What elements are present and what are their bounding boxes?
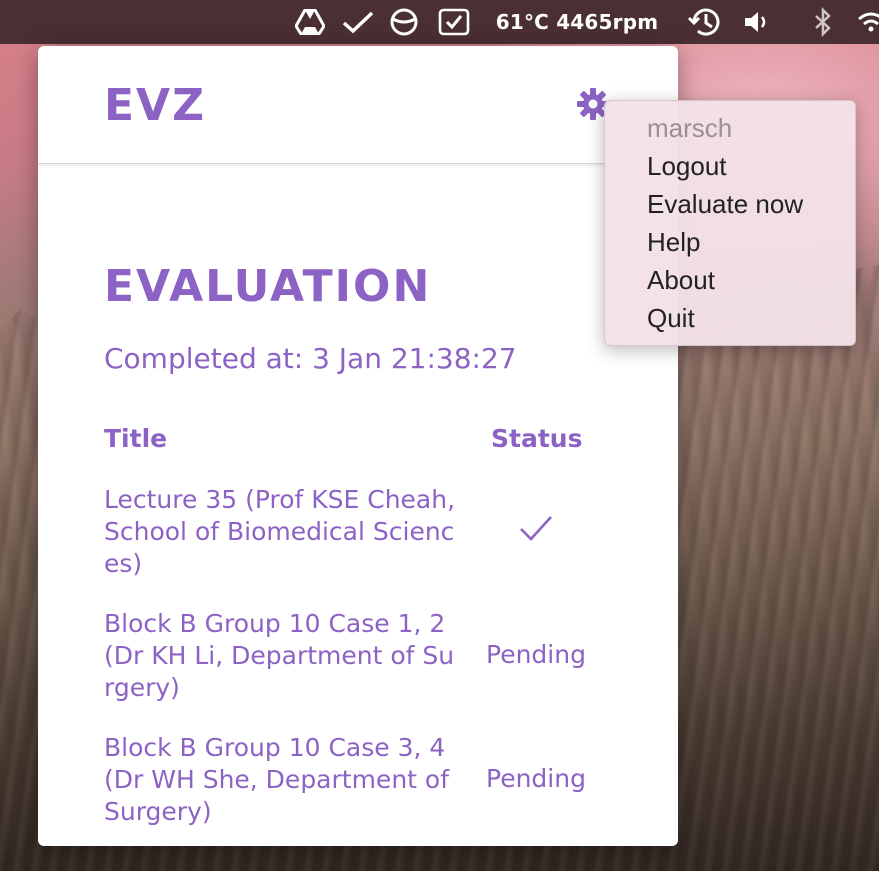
table-row-title[interactable]: Block B Group 10 Case 3, 4 (Dr WH She, D… (104, 732, 464, 828)
column-header-status: Status (491, 424, 583, 453)
menu-bar: 61°C 4465rpm (0, 0, 879, 44)
status-pending: Pending (486, 764, 586, 793)
time-machine-icon[interactable] (684, 0, 724, 44)
menu-item-help[interactable]: Help (647, 227, 700, 258)
table-row-title[interactable]: Lecture 35 (Prof KSE Cheah, School of Bi… (104, 484, 464, 580)
menu-item-about[interactable]: About (647, 265, 715, 296)
settings-dropdown-menu: marsch Logout Evaluate now Help About Qu… (604, 100, 856, 346)
menu-item-quit[interactable]: Quit (647, 303, 695, 334)
completed-timestamp: Completed at: 3 Jan 21:38:27 (104, 342, 517, 375)
app-brand-title: EVZ (104, 80, 207, 131)
google-drive-icon[interactable] (292, 0, 328, 44)
bluetooth-icon[interactable] (806, 0, 840, 44)
panel-header: EVZ (38, 46, 678, 164)
cpu-temperature-fan-readout[interactable]: 61°C 4465rpm (492, 0, 662, 44)
no-entry-icon[interactable] (386, 0, 422, 44)
menu-item-evaluate-now[interactable]: Evaluate now (647, 189, 803, 220)
volume-icon[interactable] (740, 0, 776, 44)
evz-popover-panel: EVZ EVALUATION Completed at: 3 Jan 21:38… (38, 46, 678, 846)
checkmark-icon[interactable] (340, 0, 376, 44)
wifi-icon[interactable] (856, 0, 879, 44)
column-header-title: Title (104, 424, 168, 453)
section-title: EVALUATION (104, 261, 432, 312)
menu-item-logout[interactable]: Logout (647, 151, 727, 182)
task-check-icon[interactable] (436, 0, 472, 44)
status-check-icon (478, 514, 594, 548)
table-row-title[interactable]: Block B Group 10 Case 1, 2 (Dr KH Li, De… (104, 608, 464, 704)
status-pending: Pending (486, 640, 586, 669)
menu-username: marsch (647, 113, 733, 143)
